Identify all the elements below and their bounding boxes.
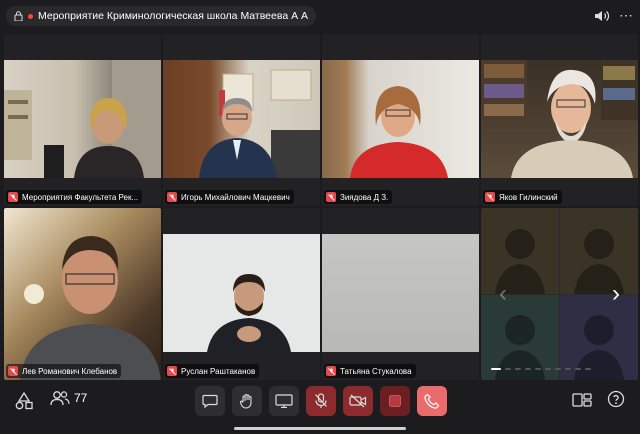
participant-nameplate: Лев Романович Клебанов [6, 364, 122, 378]
participant-tile[interactable]: Лев Романович Клебанов [4, 208, 161, 380]
stop-icon [389, 395, 401, 407]
participant-nameplate: Зиядова Д З. [324, 190, 393, 204]
mic-off-icon [8, 192, 18, 202]
participant-nameplate: Татьяна Стукалова [324, 364, 416, 378]
participant-video [322, 234, 479, 352]
page-indicator [491, 368, 591, 370]
participant-nameplate: Мероприятия Факультета Рек... [6, 190, 143, 204]
mic-off-icon [485, 192, 495, 202]
participant-tile[interactable]: Зиядова Д З. [322, 34, 479, 206]
record-button[interactable] [380, 386, 410, 416]
participant-video [163, 234, 320, 352]
participants-count: 77 [74, 391, 88, 405]
participant-name: Яков Гилинский [499, 192, 558, 202]
participant-name: Зиядова Д З. [340, 192, 389, 202]
participant-video [4, 60, 161, 178]
phone-icon [424, 393, 440, 409]
participant-nameplate: Игорь Михайлович Мацкевич [165, 190, 294, 204]
camera-off-icon [349, 394, 367, 408]
participant-tile[interactable]: Игорь Михайлович Мацкевич [163, 34, 320, 206]
participant-video [163, 60, 320, 178]
participant-tile[interactable]: Татьяна Стукалова [322, 208, 479, 380]
top-bar: Мероприятие Криминологическая школа Матв… [0, 0, 640, 32]
chevron-left-icon[interactable]: ‹ [499, 280, 507, 308]
people-icon [50, 391, 70, 406]
participant-tile[interactable]: Мероприятия Факультета Рек... [4, 34, 161, 206]
participant-name: Мероприятия Факультета Рек... [22, 192, 139, 202]
participant-name: Руслан Раштаканов [181, 366, 256, 376]
recording-indicator [28, 13, 33, 19]
participants-button[interactable]: 77 [50, 390, 87, 406]
mic-off-icon [326, 366, 336, 376]
participant-name: Лев Романович Клебанов [22, 366, 118, 376]
participant-nameplate: Яков Гилинский [483, 190, 562, 204]
chat-button[interactable] [195, 386, 225, 416]
meeting-title-pill[interactable]: Мероприятие Криминологическая школа Матв… [6, 6, 317, 26]
participant-name: Татьяна Стукалова [340, 366, 412, 376]
video-grid: Мероприятия Факультета Рек... Игорь Миха… [4, 34, 638, 380]
screen-share-button[interactable] [269, 386, 299, 416]
more-options-icon[interactable]: ⋯ [619, 8, 633, 22]
participant-name: Игорь Михайлович Мацкевич [181, 192, 290, 202]
mic-off-icon [8, 366, 18, 376]
home-indicator [234, 427, 406, 430]
participant-video [322, 60, 479, 178]
more-participants-tile[interactable]: ‹ › [481, 208, 638, 380]
participant-nameplate: Руслан Раштаканов [165, 364, 260, 378]
mic-off-icon [326, 192, 336, 202]
help-icon[interactable] [607, 390, 625, 408]
chevron-right-icon[interactable]: › [612, 280, 620, 308]
mic-off-icon [167, 366, 177, 376]
mic-off-icon [315, 393, 327, 408]
chat-icon [202, 394, 218, 408]
speaker-icon[interactable] [594, 9, 610, 23]
participant-tile[interactable]: Яков Гилинский [481, 34, 638, 206]
monitor-icon [275, 394, 293, 408]
layout-icon[interactable] [572, 393, 592, 407]
participant-tile[interactable]: Руслан Раштаканов [163, 208, 320, 380]
hand-icon [239, 393, 252, 409]
lock-icon [14, 11, 23, 21]
bottom-toolbar: 77 [0, 384, 640, 434]
hang-up-button[interactable] [417, 386, 447, 416]
raise-hand-button[interactable] [232, 386, 262, 416]
participant-video [4, 208, 161, 380]
participant-video [481, 60, 638, 178]
meeting-title: Мероприятие Криминологическая школа Матв… [38, 10, 309, 22]
camera-button[interactable] [343, 386, 373, 416]
mic-off-icon [167, 192, 177, 202]
shapes-icon[interactable] [14, 392, 34, 410]
microphone-button[interactable] [306, 386, 336, 416]
